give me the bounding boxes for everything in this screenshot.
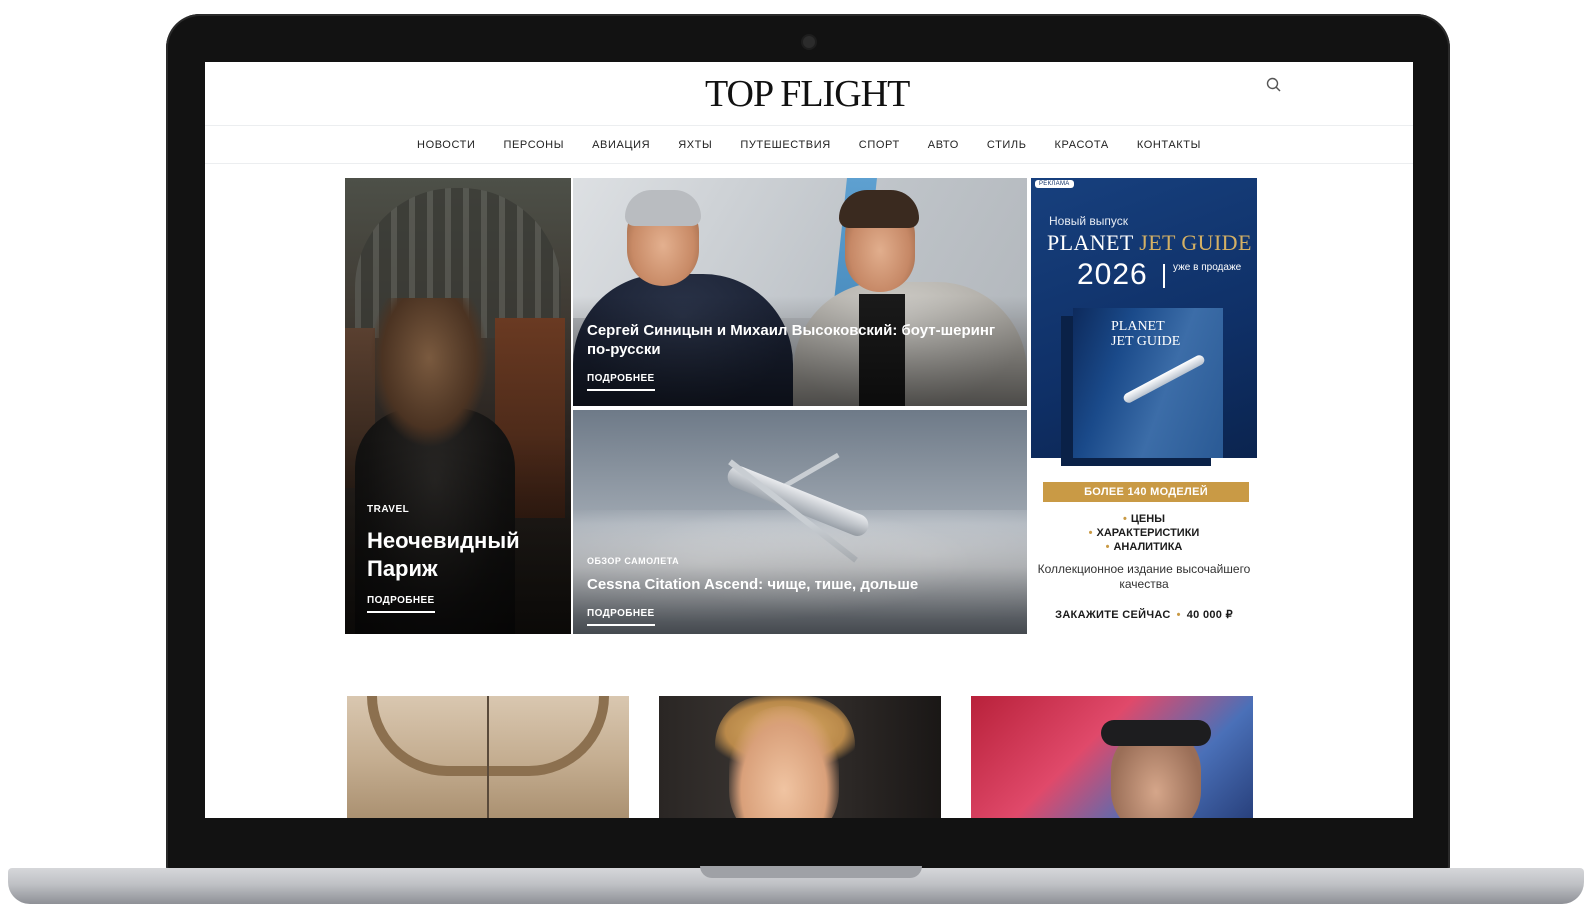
nav-item-aviation[interactable]: АВИАЦИЯ — [578, 139, 664, 151]
ad-strip: БОЛЕЕ 140 МОДЕЛЕЙ — [1043, 482, 1249, 502]
ad-label: РЕКЛАМА — [1035, 180, 1074, 188]
browser-viewport: TOP FLIGHT НОВОСТИ ПЕРСОНЫ АВИАЦИЯ ЯХТЫ … — [205, 62, 1413, 818]
nav-item-sport[interactable]: СПОРТ — [845, 139, 914, 151]
article-title[interactable]: Cessna Citation Ascend: чище, тише, доль… — [587, 576, 1007, 595]
ad-kicker: Новый выпуск — [1049, 214, 1128, 228]
bullet-icon: • — [1176, 609, 1181, 621]
main-nav: НОВОСТИ ПЕРСОНЫ АВИАЦИЯ ЯХТЫ ПУТЕШЕСТВИЯ… — [205, 126, 1413, 164]
ad-availability: уже в продаже — [1173, 262, 1242, 273]
article-title[interactable]: Сергей Синицын и Михаил Высоковский: боу… — [587, 322, 1007, 360]
read-more-link[interactable]: ПОДРОБНЕЕ — [587, 373, 655, 391]
ad-cta-price: 40 000 ₽ — [1186, 609, 1233, 621]
nav-item-contacts[interactable]: КОНТАКТЫ — [1123, 139, 1215, 151]
site-header: TOP FLIGHT — [205, 62, 1413, 126]
man-hair-photo — [625, 190, 701, 226]
ad-feature: • АНАЛИТИКА — [1105, 541, 1183, 553]
article-thumbnail[interactable] — [347, 696, 629, 818]
article-title[interactable]: Неочевидный Париж — [367, 527, 557, 582]
interior-photo — [487, 696, 489, 818]
goggles-photo — [1101, 720, 1211, 746]
magazine-cover-title: PLANET JET GUIDE — [1111, 319, 1181, 349]
bullet-icon: • — [1123, 513, 1127, 525]
hero-card-cessna[interactable]: ОБЗОР САМОЛЕТА Cessna Citation Ascend: ч… — [573, 410, 1027, 634]
ad-brand-white: PLANET — [1047, 230, 1140, 255]
nav-item-news[interactable]: НОВОСТИ — [403, 139, 489, 151]
nav-item-persons[interactable]: ПЕРСОНЫ — [489, 139, 578, 151]
man-hair-photo — [839, 190, 919, 228]
woman-face-photo — [729, 706, 839, 818]
ad-order-button[interactable]: ЗАКАЖИТЕ СЕЙЧАС • 40 000 ₽ — [1031, 608, 1257, 621]
magazine-cover-title-line: JET GUIDE — [1111, 333, 1181, 349]
ad-brand-gold: JET GUIDE — [1139, 230, 1252, 255]
nav-item-auto[interactable]: АВТО — [914, 139, 973, 151]
ad-divider — [1163, 264, 1165, 288]
ad-year: 2026 — [1077, 258, 1148, 291]
ad-feature: • ХАРАКТЕРИСТИКИ — [1088, 527, 1200, 539]
nav-item-travel[interactable]: ПУТЕШЕСТВИЯ — [726, 139, 844, 151]
article-category: TRAVEL — [367, 504, 410, 515]
woman-hair-photo — [369, 298, 489, 448]
ad-banner[interactable]: РЕКЛАМА Новый выпуск PLANET JET GUIDE 20… — [1031, 178, 1257, 634]
search-icon[interactable] — [1265, 76, 1283, 94]
laptop-notch — [700, 866, 922, 878]
article-category: ОБЗОР САМОЛЕТА — [587, 556, 680, 566]
article-thumbnail[interactable] — [659, 696, 941, 818]
read-more-link[interactable]: ПОДРОБНЕЕ — [587, 608, 655, 626]
site-logo[interactable]: TOP FLIGHT — [705, 74, 915, 114]
nav-item-beauty[interactable]: КРАСОТА — [1041, 139, 1123, 151]
ad-cta-label: ЗАКАЖИТЕ СЕЙЧАС — [1055, 609, 1171, 621]
article-thumbnail[interactable] — [971, 696, 1253, 818]
ad-description: Коллекционное издание высочайшего качест… — [1037, 562, 1251, 591]
ad-brand: PLANET JET GUIDE — [1047, 230, 1252, 256]
magazine-cover-title-line: PLANET — [1111, 319, 1165, 334]
nav-item-yachts[interactable]: ЯХТЫ — [664, 139, 726, 151]
bullet-icon: • — [1088, 527, 1093, 539]
hero-card-paris[interactable]: TRAVEL Неочевидный Париж ПОДРОБНЕЕ — [345, 178, 571, 634]
ad-feature-list: • ЦЕНЫ • ХАРАКТЕРИСТИКИ • АНАЛИТИКА — [1031, 512, 1257, 554]
bullet-icon: • — [1105, 541, 1110, 553]
ad-feature: • ЦЕНЫ — [1123, 513, 1165, 525]
nav-item-style[interactable]: СТИЛЬ — [973, 139, 1041, 151]
read-more-link[interactable]: ПОДРОБНЕЕ — [367, 595, 435, 613]
webcam-icon — [803, 36, 815, 48]
hero-card-boatsharing[interactable]: Сергей Синицын и Михаил Высоковский: боу… — [573, 178, 1027, 406]
